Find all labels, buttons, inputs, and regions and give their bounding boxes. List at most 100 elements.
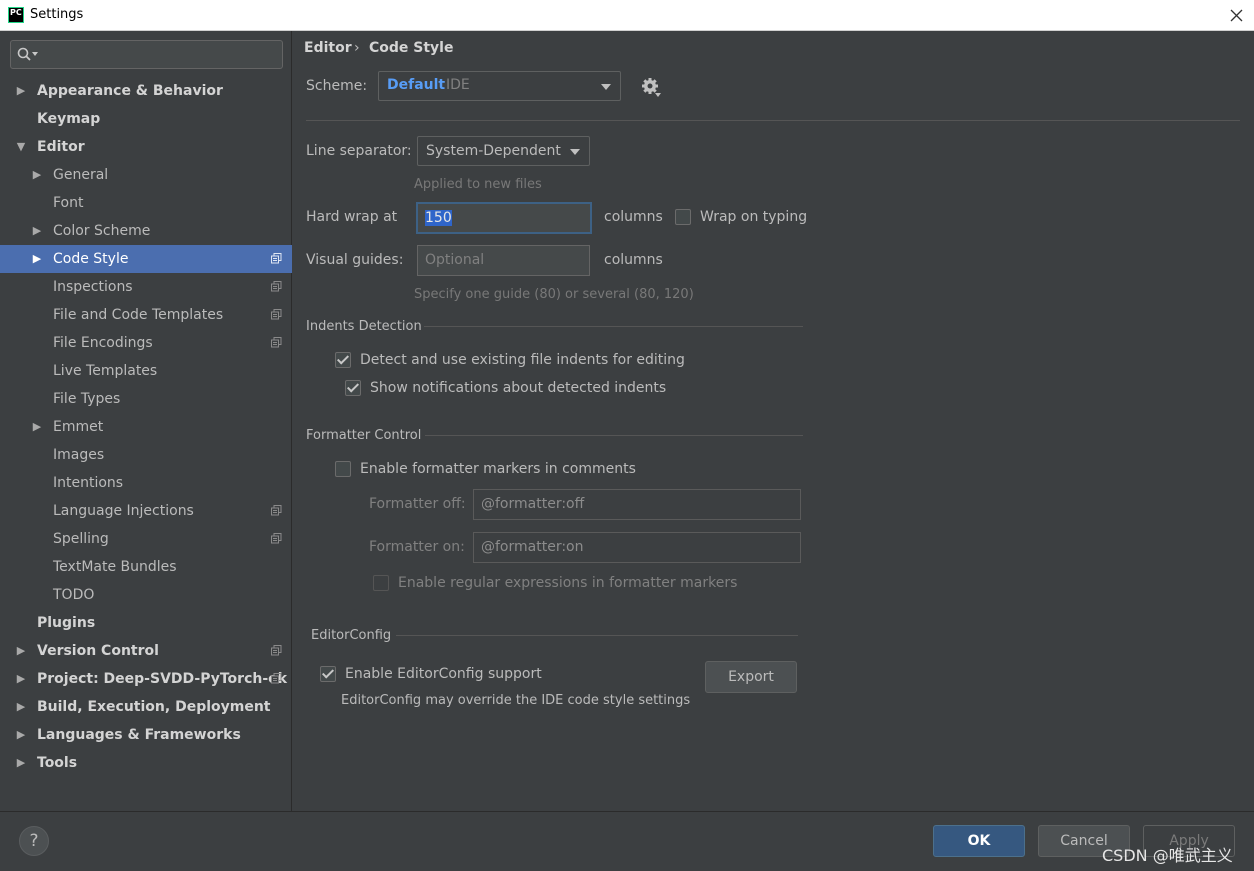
scheme-settings-button[interactable] — [641, 77, 663, 99]
enable-formatter-markers-checkbox[interactable] — [335, 461, 351, 477]
enable-editorconfig-label[interactable]: Enable EditorConfig support — [345, 666, 542, 682]
sidebar-item-font[interactable]: Font — [0, 189, 292, 217]
sidebar-item-label: Appearance & Behavior — [37, 83, 223, 99]
divider — [306, 120, 1240, 121]
sidebar-item-label: Languages & Frameworks — [37, 727, 241, 743]
help-button[interactable]: ? — [19, 826, 49, 856]
collapsed-arrow-icon[interactable]: ▶ — [15, 665, 27, 693]
sidebar-item-images[interactable]: Images — [0, 441, 292, 469]
sidebar-item-label: Keymap — [37, 111, 101, 127]
sidebar-item-label: Color Scheme — [53, 223, 151, 239]
pycharm-app-icon: PC — [8, 7, 24, 23]
regex-formatter-markers-label[interactable]: Enable regular expressions in formatter … — [398, 575, 737, 591]
close-icon — [1230, 9, 1243, 22]
sidebar-item-inspections[interactable]: Inspections — [0, 273, 292, 301]
show-indent-notifications-label[interactable]: Show notifications about detected indent… — [370, 380, 666, 396]
sidebar-item-code-style[interactable]: ▶ Code Style — [0, 245, 292, 273]
line-separator-value: System-Dependent — [426, 143, 561, 159]
sidebar-item-label: Inspections — [53, 279, 133, 295]
sidebar-item-label: Code Style — [53, 251, 129, 267]
wrap-on-typing-label[interactable]: Wrap on typing — [700, 209, 807, 225]
sidebar-item-build-execution-deployment[interactable]: ▶ Build, Execution, Deployment — [0, 693, 292, 721]
project-scope-icon — [271, 253, 282, 264]
regex-formatter-markers-checkbox[interactable] — [373, 575, 389, 591]
sidebar-item-label: Spelling — [53, 531, 109, 547]
sidebar-item-language-injections[interactable]: Language Injections — [0, 497, 292, 525]
sidebar-item-label: Version Control — [37, 643, 159, 659]
collapsed-arrow-icon[interactable]: ▶ — [15, 693, 27, 721]
line-separator-hint: Applied to new files — [414, 177, 542, 192]
collapsed-arrow-icon[interactable]: ▶ — [31, 245, 43, 273]
collapsed-arrow-icon[interactable]: ▶ — [31, 217, 43, 245]
sidebar-item-plugins[interactable]: Plugins — [0, 609, 292, 637]
enable-editorconfig-checkbox[interactable] — [320, 666, 336, 682]
export-button[interactable]: Export — [705, 661, 797, 693]
sidebar-item-keymap[interactable]: Keymap — [0, 105, 292, 133]
project-scope-icon — [271, 533, 282, 544]
sidebar-item-emmet[interactable]: ▶ Emmet — [0, 413, 292, 441]
section-divider — [424, 326, 803, 327]
sidebar-item-spelling[interactable]: Spelling — [0, 525, 292, 553]
search-icon — [17, 47, 38, 61]
sidebar-item-intentions[interactable]: Intentions — [0, 469, 292, 497]
scheme-dropdown[interactable]: Default IDE — [378, 71, 621, 101]
sidebar-item-label: File and Code Templates — [53, 307, 224, 323]
formatter-on-input[interactable]: @formatter:on — [473, 532, 801, 563]
sidebar-item-label: File Types — [53, 391, 121, 407]
sidebar-item-live-templates[interactable]: Live Templates — [0, 357, 292, 385]
editorconfig-title: EditorConfig — [311, 628, 392, 643]
window-title: Settings — [30, 7, 84, 22]
sidebar-item-color-scheme[interactable]: ▶ Color Scheme — [0, 217, 292, 245]
formatter-on-label: Formatter on: — [369, 539, 465, 555]
sidebar-item-tools[interactable]: ▶ Tools — [0, 749, 292, 777]
indents-detection-title: Indents Detection — [306, 319, 422, 334]
sidebar-item-languages-frameworks[interactable]: ▶ Languages & Frameworks — [0, 721, 292, 749]
close-window-button[interactable] — [1226, 3, 1248, 27]
collapsed-arrow-icon[interactable]: ▶ — [15, 77, 27, 105]
hard-wrap-input[interactable]: 150 — [416, 202, 592, 234]
enable-formatter-markers-label[interactable]: Enable formatter markers in comments — [360, 461, 636, 477]
breadcrumb-separator: › — [354, 40, 360, 56]
detect-indents-label[interactable]: Detect and use existing file indents for… — [360, 352, 685, 368]
project-scope-icon — [271, 505, 282, 516]
gear-icon — [642, 78, 661, 97]
show-indent-notifications-checkbox[interactable] — [345, 380, 361, 396]
sidebar-item-label: Tools — [37, 755, 78, 771]
chevron-down-icon — [601, 84, 611, 90]
visual-guides-label: Visual guides: — [306, 252, 404, 268]
sidebar-item-file-and-code-templates[interactable]: File and Code Templates — [0, 301, 292, 329]
visual-guides-unit: columns — [604, 252, 663, 268]
line-separator-label: Line separator: — [306, 143, 412, 159]
formatter-off-input[interactable]: @formatter:off — [473, 489, 801, 520]
sidebar-item-textmate-bundles[interactable]: TextMate Bundles — [0, 553, 292, 581]
collapsed-arrow-icon[interactable]: ▶ — [31, 413, 43, 441]
sidebar-item-file-encodings[interactable]: File Encodings — [0, 329, 292, 357]
scheme-label: Scheme: — [306, 78, 368, 94]
sidebar-item-todo[interactable]: TODO — [0, 581, 292, 609]
sidebar-item-label: Font — [53, 195, 84, 211]
line-separator-dropdown[interactable]: System-Dependent — [417, 136, 590, 166]
collapsed-arrow-icon[interactable]: ▶ — [15, 749, 27, 777]
visual-guides-input[interactable]: Optional — [417, 245, 590, 276]
hard-wrap-value: 150 — [425, 210, 452, 226]
title-bar: PC Settings — [0, 0, 1254, 31]
collapsed-arrow-icon[interactable]: ▶ — [31, 161, 43, 189]
sidebar-item-label: Language Injections — [53, 503, 194, 519]
sidebar-item-label: TODO — [53, 587, 95, 603]
collapsed-arrow-icon[interactable]: ▶ — [15, 637, 27, 665]
sidebar-item-file-types[interactable]: File Types — [0, 385, 292, 413]
sidebar-item-project-deep-svdd-pytorch-ok[interactable]: ▶ Project: Deep-SVDD-PyTorch-ok — [0, 665, 292, 693]
detect-indents-checkbox[interactable] — [335, 352, 351, 368]
sidebar-item-general[interactable]: ▶ General — [0, 161, 292, 189]
editorconfig-note: EditorConfig may override the IDE code s… — [341, 693, 691, 708]
sidebar-item-appearance-behavior[interactable]: ▶ Appearance & Behavior — [0, 77, 292, 105]
sidebar-item-label: File Encodings — [53, 335, 153, 351]
expanded-arrow-icon[interactable]: ▼ — [15, 133, 27, 161]
breadcrumb-parent[interactable]: Editor — [304, 40, 352, 56]
sidebar-item-editor[interactable]: ▼ Editor — [0, 133, 292, 161]
collapsed-arrow-icon[interactable]: ▶ — [15, 721, 27, 749]
settings-search-input[interactable] — [10, 40, 283, 69]
sidebar-item-version-control[interactable]: ▶ Version Control — [0, 637, 292, 665]
ok-button[interactable]: OK — [933, 825, 1025, 857]
wrap-on-typing-checkbox[interactable] — [675, 209, 691, 225]
